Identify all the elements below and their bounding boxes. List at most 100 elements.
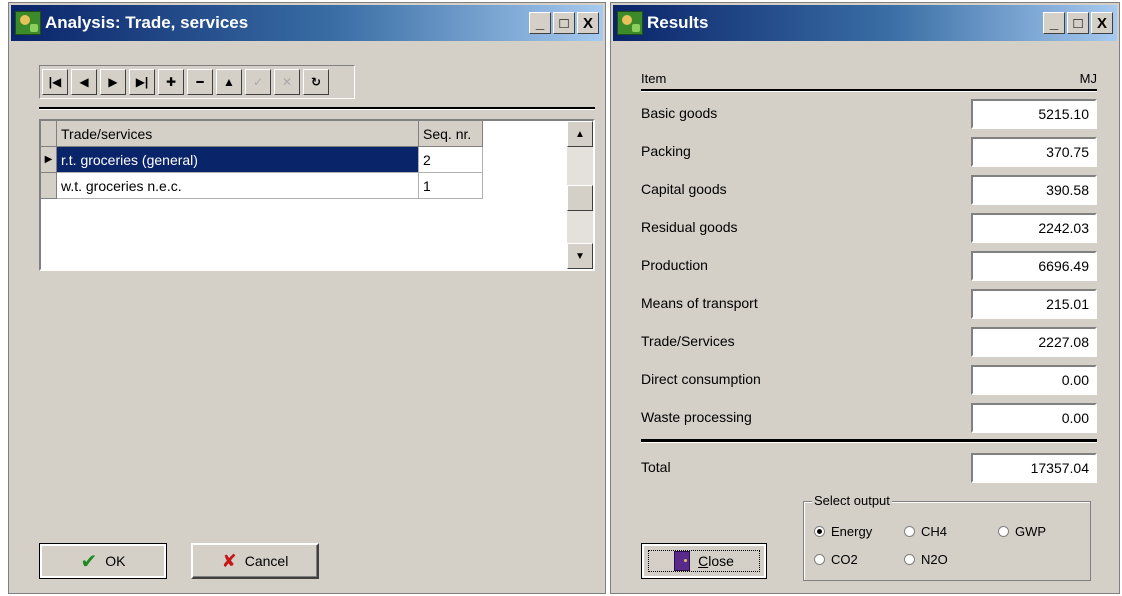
cancel-label: Cancel [244,553,289,569]
grid-header-row: Trade/services Seq. nr. [41,121,483,147]
table-row[interactable]: ▶ r.t. groceries (general) 2 [41,147,483,173]
header-divider [641,89,1097,92]
refresh-icon[interactable]: ↻ [303,69,329,95]
result-value-field[interactable]: 390.58 [971,175,1097,205]
radio-label: Energy [831,524,873,539]
minimize-button[interactable]: _ [529,12,551,34]
result-value-field[interactable]: 0.00 [971,365,1097,395]
result-value-field[interactable]: 6696.49 [971,251,1097,281]
analysis-window-title: Analysis: Trade, services [45,13,249,32]
table-row[interactable]: w.t. groceries n.e.c. 1 [41,173,483,199]
checkmark-icon: ✔ [80,550,98,573]
result-row-basic-goods: Basic goods 5215.10 [641,99,1097,129]
result-label: Packing [641,143,691,159]
radio-gwp[interactable]: GWP [998,524,1046,539]
results-header: Item MJ [641,67,1097,89]
result-value-field[interactable]: 215.01 [971,289,1097,319]
result-row-residual-goods: Residual goods 2242.03 [641,213,1097,243]
door-exit-icon [674,551,691,571]
grid-indicator-header [41,121,57,147]
select-output-group: Select output Energy CH4 GWP CO2 N2O [803,493,1091,581]
result-row-waste-processing: Waste processing 0.00 [641,403,1097,433]
result-label: Means of transport [641,295,758,311]
prior-record-icon[interactable]: ◀ [71,69,97,95]
result-row-packing: Packing 370.75 [641,137,1097,167]
app-icon[interactable] [617,11,643,35]
maximize-button[interactable]: □ [1067,12,1089,34]
analysis-window: Analysis: Trade, services _ □ X |◀ ◀ ▶ ▶… [8,2,606,594]
radio-n2o[interactable]: N2O [904,552,948,567]
seq-nr-cell[interactable]: 2 [419,147,483,173]
cancel-button[interactable]: ✘ Cancel [191,543,319,579]
result-value-field[interactable]: 5215.10 [971,99,1097,129]
total-value-field[interactable]: 17357.04 [971,453,1097,483]
scroll-down-icon[interactable]: ▼ [567,243,593,269]
close-button[interactable]: Close [641,543,767,579]
select-output-title: Select output [812,493,892,508]
cancel-x-icon: ✘ [221,550,237,571]
radio-unchecked-icon [904,526,915,537]
close-window-button[interactable]: X [577,12,599,34]
radio-checked-icon [814,526,825,537]
result-label: Trade/Services [641,333,735,349]
analysis-titlebar[interactable]: Analysis: Trade, services _ □ X [11,5,603,41]
scroll-thumb[interactable] [567,185,593,211]
seq-nr-cell[interactable]: 1 [419,173,483,199]
result-label: Capital goods [641,181,727,197]
last-record-icon[interactable]: ▶| [129,69,155,95]
first-record-icon[interactable]: |◀ [42,69,68,95]
current-row-indicator-icon: ▶ [41,147,57,173]
result-value-field[interactable]: 370.75 [971,137,1097,167]
close-window-button[interactable]: X [1091,12,1113,34]
insert-record-icon[interactable]: ✚ [158,69,184,95]
result-label: Basic goods [641,105,718,121]
result-value-field[interactable]: 0.00 [971,403,1097,433]
radio-unchecked-icon [998,526,1009,537]
focus-rectangle [648,550,760,572]
result-row-means-of-transport: Means of transport 215.01 [641,289,1097,319]
result-label: Production [641,257,708,273]
radio-ch4[interactable]: CH4 [904,524,947,539]
grid-vertical-scrollbar[interactable]: ▲ ▼ [567,121,593,269]
unit-label: MJ [1079,70,1097,86]
next-record-icon[interactable]: ▶ [100,69,126,95]
result-row-trade-services: Trade/Services 2227.08 [641,327,1097,357]
app-icon[interactable] [15,11,41,35]
column-header-trade-services[interactable]: Trade/services [57,121,419,147]
maximize-button[interactable]: □ [553,12,575,34]
column-header-seq-nr[interactable]: Seq. nr. [419,121,483,147]
result-row-production: Production 6696.49 [641,251,1097,281]
toolbar-divider [39,107,595,110]
radio-label: N2O [921,552,948,567]
results-titlebar[interactable]: Results _ □ X [613,5,1117,41]
cancel-edit-icon[interactable]: ✕ [274,69,300,95]
delete-record-icon[interactable]: ━ [187,69,213,95]
trade-services-cell[interactable]: r.t. groceries (general) [57,147,419,173]
result-label: Waste processing [641,409,752,425]
radio-label: CO2 [831,552,858,567]
radio-co2[interactable]: CO2 [814,552,858,567]
result-label: Direct consumption [641,371,761,387]
total-divider [641,439,1097,443]
result-row-direct-consumption: Direct consumption 0.00 [641,365,1097,395]
result-label: Residual goods [641,219,738,235]
results-window: Results _ □ X Item MJ Basic goods 5215.1… [610,2,1120,594]
trade-services-cell[interactable]: w.t. groceries n.e.c. [57,173,419,199]
total-label: Total [641,459,671,475]
result-value-field[interactable]: 2242.03 [971,213,1097,243]
item-column-label: Item [641,70,667,86]
minimize-button[interactable]: _ [1043,12,1065,34]
trade-services-grid[interactable]: Trade/services Seq. nr. ▶ r.t. groceries… [39,119,595,271]
row-indicator [41,173,57,199]
radio-unchecked-icon [814,554,825,565]
navigator-toolbar: |◀ ◀ ▶ ▶| ✚ ━ ▲ ✓ ✕ ↻ [39,65,355,99]
ok-button[interactable]: ✔ OK [39,543,167,579]
edit-record-icon[interactable]: ▲ [216,69,242,95]
scroll-up-icon[interactable]: ▲ [567,121,593,147]
radio-energy[interactable]: Energy [814,524,872,539]
post-edit-icon[interactable]: ✓ [245,69,271,95]
ok-label: OK [105,553,126,569]
radio-unchecked-icon [904,554,915,565]
result-row-total: Total 17357.04 [641,453,1097,483]
result-value-field[interactable]: 2227.08 [971,327,1097,357]
